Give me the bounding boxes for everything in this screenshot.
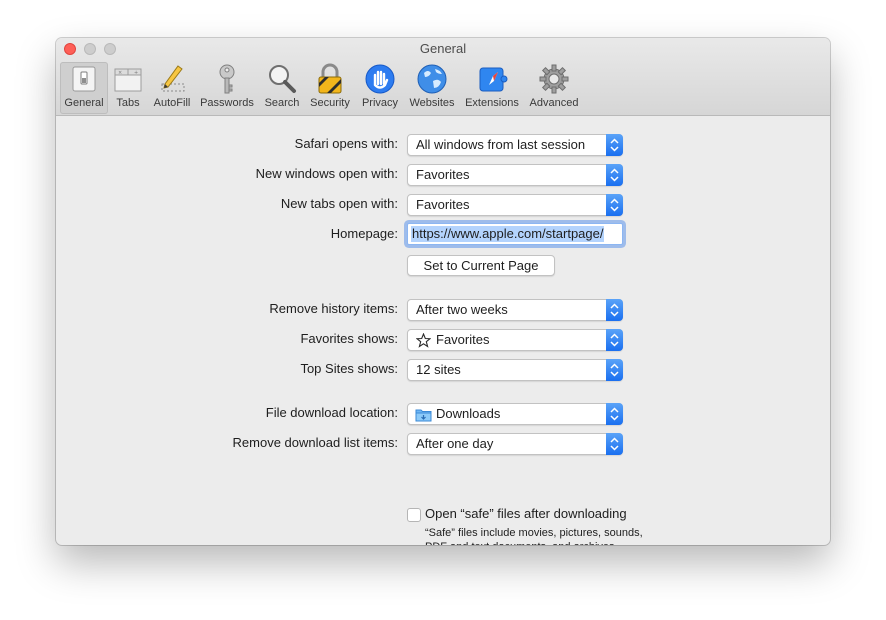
tab-security[interactable]: Security	[308, 62, 352, 114]
tab-advanced-label: Advanced	[529, 97, 579, 109]
tab-tabs[interactable]: × + Tabs	[112, 62, 144, 114]
remove-history-items-popup[interactable]: After two weeks	[407, 299, 623, 321]
general-switch-icon	[68, 63, 100, 95]
popup-arrows-icon	[606, 359, 623, 381]
open-safe-files-label[interactable]: Open “safe” files after downloading	[425, 506, 627, 521]
remove-download-list-items-value: After one day	[416, 436, 494, 451]
folder-icon	[415, 407, 432, 427]
new-tabs-open-with-label: New tabs open with:	[280, 196, 398, 211]
homepage-field[interactable]: https://www.apple.com/startpage/	[407, 223, 623, 245]
svg-text:×: ×	[118, 70, 122, 76]
tab-general[interactable]: General	[60, 62, 108, 114]
new-tabs-open-with-value: Favorites	[416, 197, 470, 212]
remove-download-list-items-label: Remove download list items:	[232, 435, 398, 450]
preferences-window: General General × + Tabs AutoFill Passwo…	[56, 38, 830, 545]
tab-advanced[interactable]: Advanced	[526, 62, 582, 114]
homepage-label: Homepage:	[330, 226, 398, 241]
star-icon	[415, 332, 432, 353]
new-windows-open-with-value: Favorites	[416, 167, 470, 182]
hand-icon	[364, 63, 396, 95]
remove-history-items-value: After two weeks	[416, 302, 508, 317]
tab-passwords[interactable]: Passwords	[198, 62, 256, 114]
favorites-shows-popup[interactable]: Favorites	[407, 329, 623, 351]
new-windows-open-with-popup[interactable]: Favorites	[407, 164, 623, 186]
new-windows-open-with-label: New windows open with:	[255, 166, 398, 181]
tabs-icon: × +	[112, 63, 144, 95]
tab-general-label: General	[64, 97, 104, 109]
popup-arrows-icon	[606, 164, 623, 186]
top-sites-shows-label: Top Sites shows:	[300, 361, 398, 376]
remove-history-items-label: Remove history items:	[269, 301, 398, 316]
tab-search[interactable]: Search	[262, 62, 302, 114]
puzzle-compass-icon	[476, 63, 508, 95]
window-title: General	[419, 41, 467, 56]
safari-opens-with-popup[interactable]: All windows from last session	[407, 134, 623, 156]
safe-files-note: “Safe” files include movies, pictures, s…	[425, 527, 643, 545]
magnifier-icon	[266, 63, 298, 95]
gear-icon	[538, 63, 570, 95]
globe-icon	[416, 63, 448, 95]
safari-opens-with-value: All windows from last session	[416, 137, 586, 152]
favorites-shows-value: Favorites	[436, 332, 490, 347]
tab-autofill-label: AutoFill	[153, 97, 191, 109]
toolbar: General General × + Tabs AutoFill Passwo…	[56, 38, 830, 116]
popup-arrows-icon	[606, 403, 623, 425]
file-download-location-label: File download location:	[265, 405, 398, 420]
tab-extensions-label: Extensions	[465, 97, 519, 109]
tab-passwords-label: Passwords	[200, 97, 254, 109]
set-to-current-page-button[interactable]: Set to Current Page	[407, 255, 555, 276]
safari-opens-with-label: Safari opens with:	[294, 136, 398, 151]
tab-extensions[interactable]: Extensions	[462, 62, 522, 114]
popup-arrows-icon	[606, 433, 623, 455]
homepage-value: https://www.apple.com/startpage/	[411, 226, 605, 242]
remove-download-list-items-popup[interactable]: After one day	[407, 433, 623, 455]
lock-icon	[314, 63, 346, 95]
tab-autofill[interactable]: AutoFill	[150, 62, 194, 114]
tab-websites-label: Websites	[409, 97, 455, 109]
key-icon	[211, 63, 243, 95]
popup-arrows-icon	[606, 194, 623, 216]
tab-tabs-label: Tabs	[116, 97, 140, 109]
tab-search-label: Search	[264, 97, 300, 109]
top-sites-shows-popup[interactable]: 12 sites	[407, 359, 623, 381]
popup-arrows-icon	[606, 299, 623, 321]
file-download-location-popup[interactable]: Downloads	[407, 403, 623, 425]
new-tabs-open-with-popup[interactable]: Favorites	[407, 194, 623, 216]
svg-text:+: +	[134, 70, 138, 76]
popup-arrows-icon	[606, 329, 623, 351]
tab-security-label: Security	[310, 97, 350, 109]
general-settings-panel: Safari opens with: All windows from last…	[56, 116, 830, 545]
top-sites-shows-value: 12 sites	[416, 362, 461, 377]
file-download-location-value: Downloads	[436, 406, 501, 421]
open-safe-files-checkbox[interactable]	[407, 508, 421, 522]
favorites-shows-label: Favorites shows:	[300, 331, 398, 346]
pencil-icon	[156, 63, 188, 95]
tab-websites[interactable]: Websites	[406, 62, 458, 114]
popup-arrows-icon	[606, 134, 623, 156]
tab-privacy[interactable]: Privacy	[358, 62, 402, 114]
tab-privacy-label: Privacy	[361, 97, 399, 109]
